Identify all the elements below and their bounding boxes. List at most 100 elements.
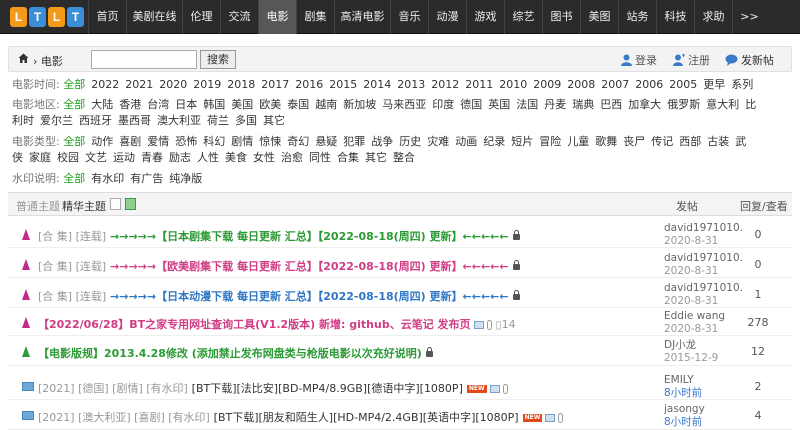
filter-option[interactable]: 2008 xyxy=(567,78,595,91)
filter-option[interactable]: 励志 xyxy=(169,151,191,164)
filter-option[interactable]: 运动 xyxy=(113,151,135,164)
filter-option[interactable]: 纪录 xyxy=(483,135,505,148)
filter-option[interactable]: 巴西 xyxy=(600,98,622,111)
nav-item[interactable]: 伦理 xyxy=(182,0,220,34)
search-input[interactable] xyxy=(91,50,197,69)
nav-item[interactable]: 电影 xyxy=(258,0,296,34)
author-name[interactable]: david1971010. xyxy=(664,252,743,265)
filter-option[interactable]: 2015 xyxy=(329,78,357,91)
thread-title-text[interactable]: 【欧美剧集下载 每日更新 汇总】【2022-08-18(周四) 更新】 xyxy=(156,260,462,273)
filter-option[interactable]: 犯罪 xyxy=(343,135,365,148)
filter-option[interactable]: 爱尔兰 xyxy=(40,114,73,127)
thread-title[interactable]: [2021] [德国] [剧情] [有水印] [BT下载][法比安][BD-MP… xyxy=(38,380,508,396)
filter-option[interactable]: 2022 xyxy=(91,78,119,91)
filter-option[interactable]: 2016 xyxy=(295,78,323,91)
filter-option[interactable]: 西部 xyxy=(679,135,701,148)
tab-normal-threads[interactable]: 普通主题 xyxy=(16,198,60,214)
filter-option[interactable]: 治愈 xyxy=(281,151,303,164)
filter-option[interactable]: 日本 xyxy=(175,98,197,111)
filter-option[interactable]: 2020 xyxy=(159,78,187,91)
thread-title[interactable]: 【2022/06/28】BT之家专用网址查询工具(V1.2版本) 新增: git… xyxy=(38,316,516,332)
nav-item[interactable]: 图书 xyxy=(542,0,580,34)
filter-option[interactable]: 全部 xyxy=(63,135,85,148)
filter-option[interactable]: 纯净版 xyxy=(169,172,202,185)
filter-option[interactable]: 泰国 xyxy=(287,98,309,111)
site-logo[interactable]: L T L T xyxy=(10,7,85,27)
filter-option[interactable]: 惊悚 xyxy=(259,135,281,148)
filter-option[interactable]: 动作 xyxy=(91,135,113,148)
nav-item[interactable]: 剧集 xyxy=(296,0,334,34)
filter-option[interactable]: 德国 xyxy=(460,98,482,111)
author-name[interactable]: david1971010. xyxy=(664,282,743,295)
filter-option[interactable]: 整合 xyxy=(393,151,415,164)
nav-item[interactable]: 交流 xyxy=(220,0,258,34)
filter-option[interactable]: 奇幻 xyxy=(287,135,309,148)
thread-row[interactable]: [合 集] [连载] →→→→→【日本剧集下载 每日更新 汇总】【2022-08… xyxy=(8,220,792,248)
nav-item[interactable]: 综艺 xyxy=(504,0,542,34)
thread-title[interactable]: [合 集] [连载] →→→→→【日本动漫下载 每日更新 汇总】【2022-08… xyxy=(38,288,520,304)
filter-option[interactable]: 马来西亚 xyxy=(382,98,426,111)
filter-option[interactable]: 剧情 xyxy=(231,135,253,148)
filter-option[interactable]: 丹麦 xyxy=(544,98,566,111)
list-view-icon[interactable] xyxy=(110,198,121,210)
filter-option[interactable]: 2014 xyxy=(363,78,391,91)
filter-option[interactable]: 荷兰 xyxy=(207,114,229,127)
filter-option[interactable]: 传记 xyxy=(651,135,673,148)
filter-option[interactable]: 冒险 xyxy=(539,135,561,148)
thread-row[interactable]: [合 集] [连载] →→→→→【日本动漫下载 每日更新 汇总】【2022-08… xyxy=(8,280,792,308)
filter-option[interactable]: 2017 xyxy=(261,78,289,91)
filter-option[interactable]: 美国 xyxy=(231,98,253,111)
filter-option[interactable]: 合集 xyxy=(337,151,359,164)
filter-option[interactable]: 其它 xyxy=(365,151,387,164)
thread-row[interactable]: 【2022/06/28】BT之家专用网址查询工具(V1.2版本) 新增: git… xyxy=(8,308,792,336)
filter-option[interactable]: 儿童 xyxy=(567,135,589,148)
filter-option[interactable]: 人性 xyxy=(197,151,219,164)
login-link[interactable]: 登录 xyxy=(621,52,657,68)
filter-option[interactable]: 2021 xyxy=(125,78,153,91)
thread-title-text[interactable]: 【日本剧集下载 每日更新 汇总】【2022-08-18(周四) 更新】 xyxy=(156,230,462,243)
filter-option[interactable]: 2006 xyxy=(635,78,663,91)
filter-option[interactable]: 同性 xyxy=(309,151,331,164)
filter-option[interactable]: 台湾 xyxy=(147,98,169,111)
thread-title-text[interactable]: 【2022/06/28】BT之家专用网址查询工具(V1.2版本) 新增: git… xyxy=(38,318,471,331)
filter-option[interactable]: 其它 xyxy=(263,114,285,127)
filter-option[interactable]: 文艺 xyxy=(85,151,107,164)
filter-option[interactable]: 澳大利亚 xyxy=(157,114,201,127)
thread-row[interactable]: [2021] [澳大利亚] [喜剧] [有水印] [BT下载][朋友和陌生人][… xyxy=(8,400,792,430)
thread-title-text[interactable]: 【电影版规】2013.4.28修改 (添加禁止发布网盘类与枪版电影以次充好说明) xyxy=(38,347,422,360)
nav-item[interactable]: 高清电影 xyxy=(334,0,390,34)
filter-option[interactable]: 2010 xyxy=(499,78,527,91)
author-name[interactable]: Eddie wang xyxy=(664,310,725,323)
filter-option[interactable]: 青春 xyxy=(141,151,163,164)
thread-row[interactable]: [合 集] [连载] →→→→→【欧美剧集下载 每日更新 汇总】【2022-08… xyxy=(8,250,792,278)
nav-item[interactable]: 首页 xyxy=(88,0,126,34)
nav-item[interactable]: 求助 xyxy=(694,0,732,34)
filter-option[interactable]: 动画 xyxy=(455,135,477,148)
filter-option[interactable]: 2011 xyxy=(465,78,493,91)
thread-title[interactable]: [2021] [澳大利亚] [喜剧] [有水印] [BT下载][朋友和陌生人][… xyxy=(38,409,564,425)
thread-row[interactable]: [2021] [德国] [剧情] [有水印] [BT下载][法比安][BD-MP… xyxy=(8,372,792,400)
filter-option[interactable]: 美食 xyxy=(225,151,247,164)
filter-option[interactable]: 2012 xyxy=(431,78,459,91)
filter-option[interactable]: 全部 xyxy=(63,78,85,91)
nav-item[interactable]: 美剧在线 xyxy=(126,0,182,34)
filter-option[interactable]: 科幻 xyxy=(203,135,225,148)
filter-option[interactable]: 女性 xyxy=(253,151,275,164)
thread-row[interactable]: 【电影版规】2013.4.28修改 (添加禁止发布网盘类与枪版电影以次充好说明)… xyxy=(8,336,792,366)
filter-option[interactable]: 恐怖 xyxy=(175,135,197,148)
nav-item[interactable]: >> xyxy=(732,0,766,34)
filter-option[interactable]: 喜剧 xyxy=(119,135,141,148)
home-icon[interactable] xyxy=(18,53,29,64)
filter-option[interactable]: 2005 xyxy=(669,78,697,91)
nav-item[interactable]: 美图 xyxy=(580,0,618,34)
author-name[interactable]: david1971010. xyxy=(664,222,743,235)
filter-option[interactable]: 欧美 xyxy=(259,98,281,111)
filter-option[interactable]: 侠 xyxy=(12,151,23,164)
filter-option[interactable]: 家庭 xyxy=(29,151,51,164)
filter-option[interactable]: 悬疑 xyxy=(315,135,337,148)
filter-option[interactable]: 多国 xyxy=(235,114,257,127)
filter-option[interactable]: 瑞典 xyxy=(572,98,594,111)
filter-option[interactable]: 全部 xyxy=(63,172,85,185)
author-name[interactable]: jasongy xyxy=(664,403,705,416)
nav-item[interactable]: 科技 xyxy=(656,0,694,34)
